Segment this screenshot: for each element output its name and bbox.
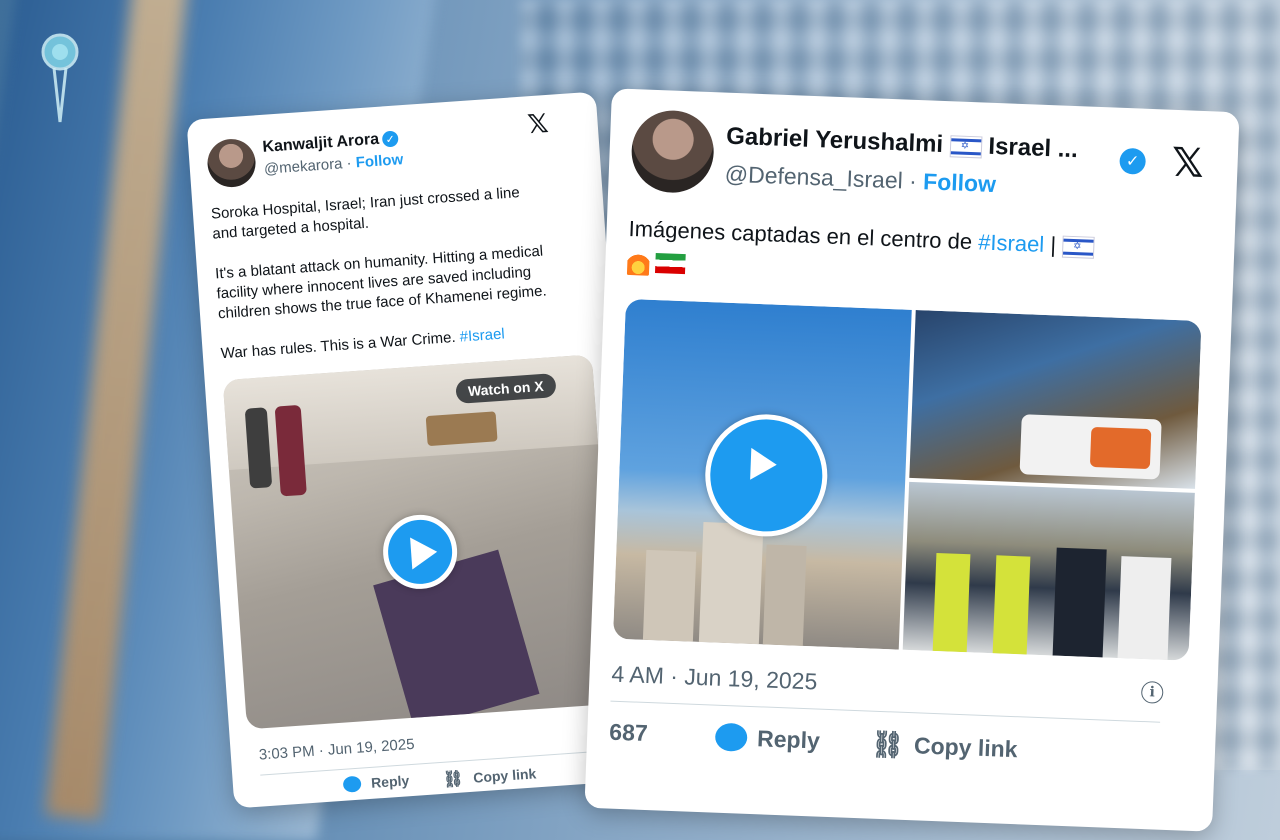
- separator: ·: [346, 154, 353, 173]
- author-name-row: Gabriel Yerushalmi ✡ Israel ...: [726, 123, 1079, 164]
- link-icon: ⛓: [870, 728, 905, 760]
- reply-button[interactable]: Reply: [342, 772, 410, 793]
- link-icon: ⛓: [442, 770, 464, 789]
- author-name[interactable]: Gabriel Yerushalmi: [726, 123, 944, 158]
- image-vest: [932, 553, 971, 653]
- video-frame-building: [762, 544, 807, 646]
- info-icon[interactable]: i: [1140, 680, 1164, 704]
- hashtag-link[interactable]: #Israel: [459, 325, 505, 345]
- separator: ·: [908, 167, 918, 194]
- video-frame-building: [698, 522, 764, 645]
- author-handle[interactable]: @mekarora: [263, 155, 343, 177]
- copy-link-label: Copy link: [913, 732, 1019, 763]
- like-count[interactable]: 687: [609, 719, 648, 747]
- image-rescue-workers[interactable]: [902, 481, 1195, 661]
- tweet-body: Imágenes captadas en el centro de: [628, 215, 973, 255]
- tweet-text: Soroka Hospital, Israel; Iran just cross…: [210, 179, 590, 364]
- follow-button[interactable]: Follow: [355, 151, 404, 171]
- image-person: [1117, 556, 1172, 660]
- image-vest: [992, 555, 1031, 655]
- image-person: [1052, 547, 1107, 658]
- divider: [610, 700, 1161, 723]
- timestamp[interactable]: 4 AM · Jun 19, 2025: [611, 661, 818, 696]
- verified-badge-icon: ✓: [1119, 147, 1147, 175]
- media-grid: [612, 298, 1202, 661]
- image-ambulance-stripe: [1089, 426, 1152, 470]
- x-logo-icon[interactable]: 𝕏: [1171, 140, 1205, 187]
- tweet-card-right: Gabriel Yerushalmi ✡ Israel ... ✓ 𝕏 @Def…: [584, 88, 1240, 832]
- author-handle-row: @Defensa_Israel · Follow: [724, 161, 996, 198]
- reply-button[interactable]: Reply: [714, 722, 821, 755]
- video-frame-table: [425, 411, 498, 447]
- reply-bubble-icon: [342, 775, 362, 793]
- x-logo-icon[interactable]: 𝕏: [527, 109, 550, 140]
- pipe-separator: |: [1049, 232, 1057, 258]
- iran-flag-icon: [655, 253, 686, 275]
- reply-label: Reply: [370, 772, 410, 791]
- fire-icon: [626, 249, 650, 276]
- map-pin-icon: [41, 33, 79, 123]
- copy-link-button[interactable]: ⛓ Copy link: [442, 763, 537, 789]
- like-count-value: 687: [608, 718, 649, 747]
- author-handle[interactable]: @Defensa_Israel: [724, 161, 903, 194]
- reply-label: Reply: [756, 724, 821, 754]
- author-name-suffix[interactable]: Israel ...: [988, 133, 1078, 163]
- hashtag-link[interactable]: #Israel: [978, 229, 1045, 257]
- video-player[interactable]: Watch on X: [222, 354, 617, 730]
- copy-link-label: Copy link: [472, 765, 537, 786]
- tweet-text: Imágenes captadas en el centro de #Israe…: [626, 213, 1219, 300]
- timestamp[interactable]: 3:03 PM · Jun 19, 2025: [258, 736, 415, 764]
- israel-flag-icon: ✡: [949, 134, 983, 159]
- video-frame-building: [642, 549, 697, 642]
- avatar[interactable]: [205, 137, 258, 189]
- copy-link-button[interactable]: ⛓ Copy link: [870, 729, 1018, 766]
- follow-button[interactable]: Follow: [923, 168, 997, 197]
- avatar[interactable]: [630, 109, 716, 195]
- reply-bubble-icon: [714, 722, 748, 752]
- tweet-card-left: Kanwaljit Arora ✓ @mekarora · Follow 𝕏 S…: [186, 91, 644, 809]
- israel-flag-icon: ✡: [1061, 235, 1095, 260]
- image-damaged-building[interactable]: [909, 310, 1202, 489]
- verified-badge-icon: ✓: [381, 130, 399, 148]
